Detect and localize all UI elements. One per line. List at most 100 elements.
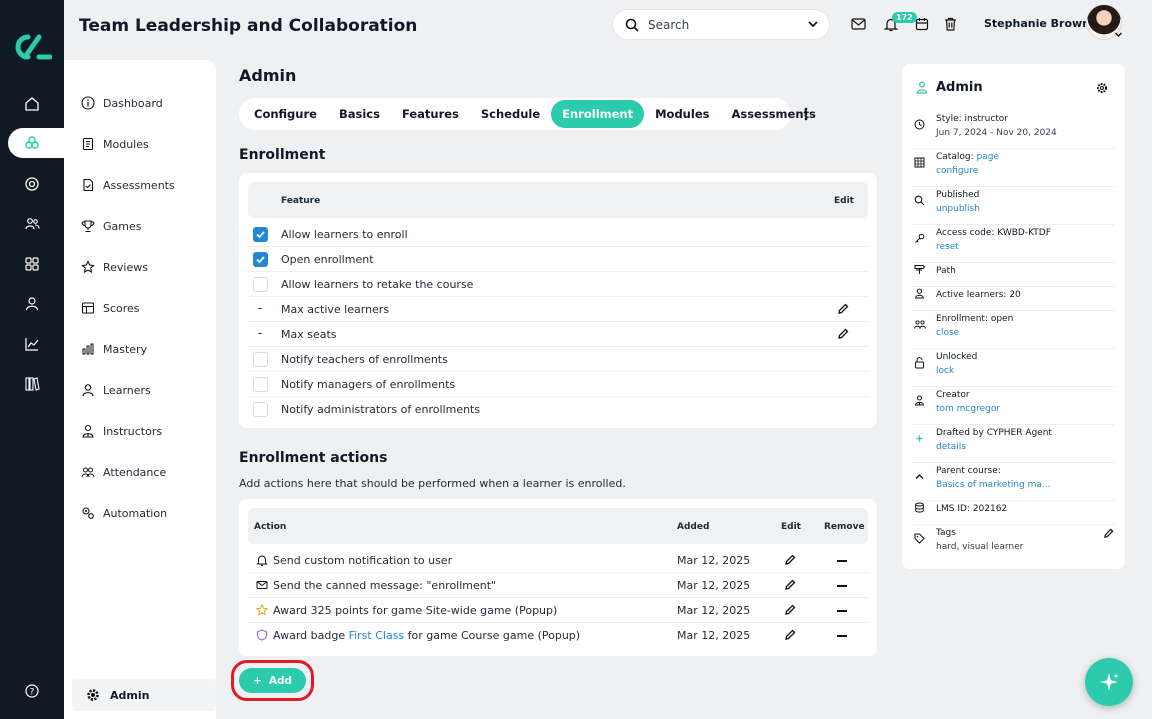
book-icon bbox=[80, 136, 96, 152]
sidebar-item-attendance[interactable]: Attendance bbox=[80, 464, 166, 480]
course-info-panel: Admin Style: instructor Jun 7, 2024 - Nov… bbox=[902, 64, 1125, 569]
reset-link[interactable]: reset bbox=[936, 240, 1051, 254]
column-header: Added bbox=[677, 522, 710, 532]
chevron-down-icon[interactable] bbox=[1114, 30, 1123, 39]
help-icon[interactable]: ? bbox=[20, 679, 44, 703]
sidebar-item-assessments[interactable]: Assessments bbox=[80, 177, 175, 193]
column-header: Edit bbox=[781, 522, 801, 532]
mail-icon[interactable] bbox=[851, 17, 866, 31]
action-text: Send custom notification to user bbox=[273, 554, 453, 567]
tab-features[interactable]: Features bbox=[391, 100, 470, 128]
checkbox[interactable] bbox=[253, 352, 268, 367]
sidebar-item-dashboard[interactable]: Dashboard bbox=[80, 95, 163, 111]
pencil-icon[interactable] bbox=[837, 328, 849, 340]
pencil-icon[interactable] bbox=[837, 303, 849, 315]
calendar-icon[interactable] bbox=[915, 17, 929, 31]
user-name[interactable]: Stephanie Brown bbox=[984, 17, 1090, 30]
people-icon[interactable] bbox=[20, 212, 44, 236]
pencil-icon[interactable] bbox=[1103, 528, 1114, 539]
badge-link[interactable]: First Class bbox=[349, 629, 405, 642]
pencil-icon[interactable] bbox=[784, 629, 796, 641]
feature-label: Notify managers of enrollments bbox=[281, 378, 456, 391]
checkbox[interactable] bbox=[253, 402, 268, 417]
sidebar-item-scores[interactable]: Scores bbox=[80, 300, 140, 316]
sidebar-item-automation[interactable]: Automation bbox=[80, 505, 167, 521]
table-row: Open enrollment bbox=[248, 247, 868, 272]
library-icon[interactable] bbox=[20, 372, 44, 396]
target-icon[interactable] bbox=[20, 172, 44, 196]
sidebar-item-reviews[interactable]: Reviews bbox=[80, 259, 148, 275]
info-row: Path bbox=[912, 264, 1114, 287]
sidebar-item-label: Scores bbox=[103, 301, 140, 315]
add-action-button[interactable]: + Add bbox=[239, 668, 306, 693]
chart-icon[interactable] bbox=[20, 332, 44, 356]
checkbox[interactable] bbox=[253, 227, 268, 242]
details-link[interactable]: details bbox=[936, 440, 1052, 454]
tab-enrollment[interactable]: Enrollment bbox=[551, 100, 645, 128]
home-icon[interactable] bbox=[20, 92, 44, 116]
trash-icon[interactable] bbox=[944, 17, 957, 31]
chevron-down-icon[interactable] bbox=[807, 18, 819, 30]
sidebar-item-mastery[interactable]: Mastery bbox=[80, 341, 147, 357]
instructor-icon bbox=[80, 423, 96, 439]
info-row: Active learners: 20 bbox=[912, 288, 1114, 311]
document-icon bbox=[80, 177, 96, 193]
person-icon[interactable] bbox=[20, 292, 44, 316]
search-input[interactable]: Search bbox=[612, 9, 830, 40]
table-row: Send custom notification to user Mar 12,… bbox=[248, 548, 868, 573]
info-text: LMS ID: 202162 bbox=[936, 504, 1008, 514]
info-text: Catalog: page bbox=[936, 150, 999, 164]
tab-modules[interactable]: Modules bbox=[644, 100, 720, 128]
remove-icon[interactable] bbox=[837, 635, 847, 637]
sidebar-item-modules[interactable]: Modules bbox=[80, 136, 149, 152]
checkbox[interactable] bbox=[253, 277, 268, 292]
info-row: Published unpublish bbox=[912, 188, 1114, 225]
sidebar-item-learners[interactable]: Learners bbox=[80, 382, 151, 398]
checkbox[interactable] bbox=[253, 252, 268, 267]
sidebar-item-label: Learners bbox=[103, 383, 151, 397]
pencil-icon[interactable] bbox=[784, 554, 796, 566]
feature-label: Max seats bbox=[281, 328, 337, 341]
info-row: Enrollment: open close bbox=[912, 312, 1114, 349]
remove-icon[interactable] bbox=[837, 585, 847, 587]
chevron-up-icon bbox=[914, 471, 925, 482]
remove-icon[interactable] bbox=[837, 610, 847, 612]
info-row: Unlocked lock bbox=[912, 350, 1114, 387]
lock-link[interactable]: lock bbox=[936, 364, 977, 378]
sidebar-item-instructors[interactable]: Instructors bbox=[80, 423, 162, 439]
gear-icon[interactable] bbox=[1096, 82, 1108, 94]
info-row: Drafted by CYPHER Agent details bbox=[912, 426, 1114, 463]
grid-icon bbox=[914, 157, 925, 168]
action-text-part: Award badge bbox=[273, 629, 349, 642]
info-text: Enrollment: open bbox=[936, 314, 1014, 324]
database-icon bbox=[914, 502, 925, 513]
grid-icon[interactable] bbox=[20, 252, 44, 276]
tab-basics[interactable]: Basics bbox=[328, 100, 391, 128]
table-row: Award 325 points for game Site-wide game… bbox=[248, 598, 868, 623]
tab-schedule[interactable]: Schedule bbox=[470, 100, 551, 128]
unpublish-link[interactable]: unpublish bbox=[936, 202, 980, 216]
action-text: Send the canned message: "enrollment" bbox=[273, 579, 497, 592]
catalog-configure-link[interactable]: configure bbox=[936, 164, 999, 178]
sidebar-item-games[interactable]: Games bbox=[80, 218, 141, 234]
shield-icon bbox=[256, 629, 268, 641]
pencil-icon[interactable] bbox=[784, 579, 796, 591]
tab-configure[interactable]: Configure bbox=[243, 100, 328, 128]
search-icon bbox=[914, 195, 925, 206]
ai-assistant-button[interactable] bbox=[1085, 658, 1133, 706]
catalog-page-link[interactable]: page bbox=[976, 152, 998, 162]
logo-icon[interactable] bbox=[12, 32, 52, 62]
enrollment-actions-heading: Enrollment actions bbox=[239, 450, 388, 466]
modules-icon[interactable] bbox=[8, 128, 64, 158]
checkbox[interactable] bbox=[253, 377, 268, 392]
tags-value: hard, visual learner bbox=[936, 542, 1024, 552]
sidebar-item-label: Automation bbox=[103, 506, 168, 520]
sidebar-item-admin[interactable]: Admin bbox=[72, 679, 216, 711]
pencil-icon[interactable] bbox=[784, 604, 796, 616]
close-enrollment-link[interactable]: close bbox=[936, 326, 1013, 340]
info-row: Access code: KWBD-KTDF reset bbox=[912, 226, 1114, 263]
creator-link[interactable]: tom mcgregor bbox=[936, 402, 1000, 416]
parent-course-link[interactable]: Basics of marketing ma... bbox=[936, 478, 1051, 492]
more-icon[interactable] bbox=[800, 106, 812, 122]
remove-icon[interactable] bbox=[837, 560, 847, 562]
